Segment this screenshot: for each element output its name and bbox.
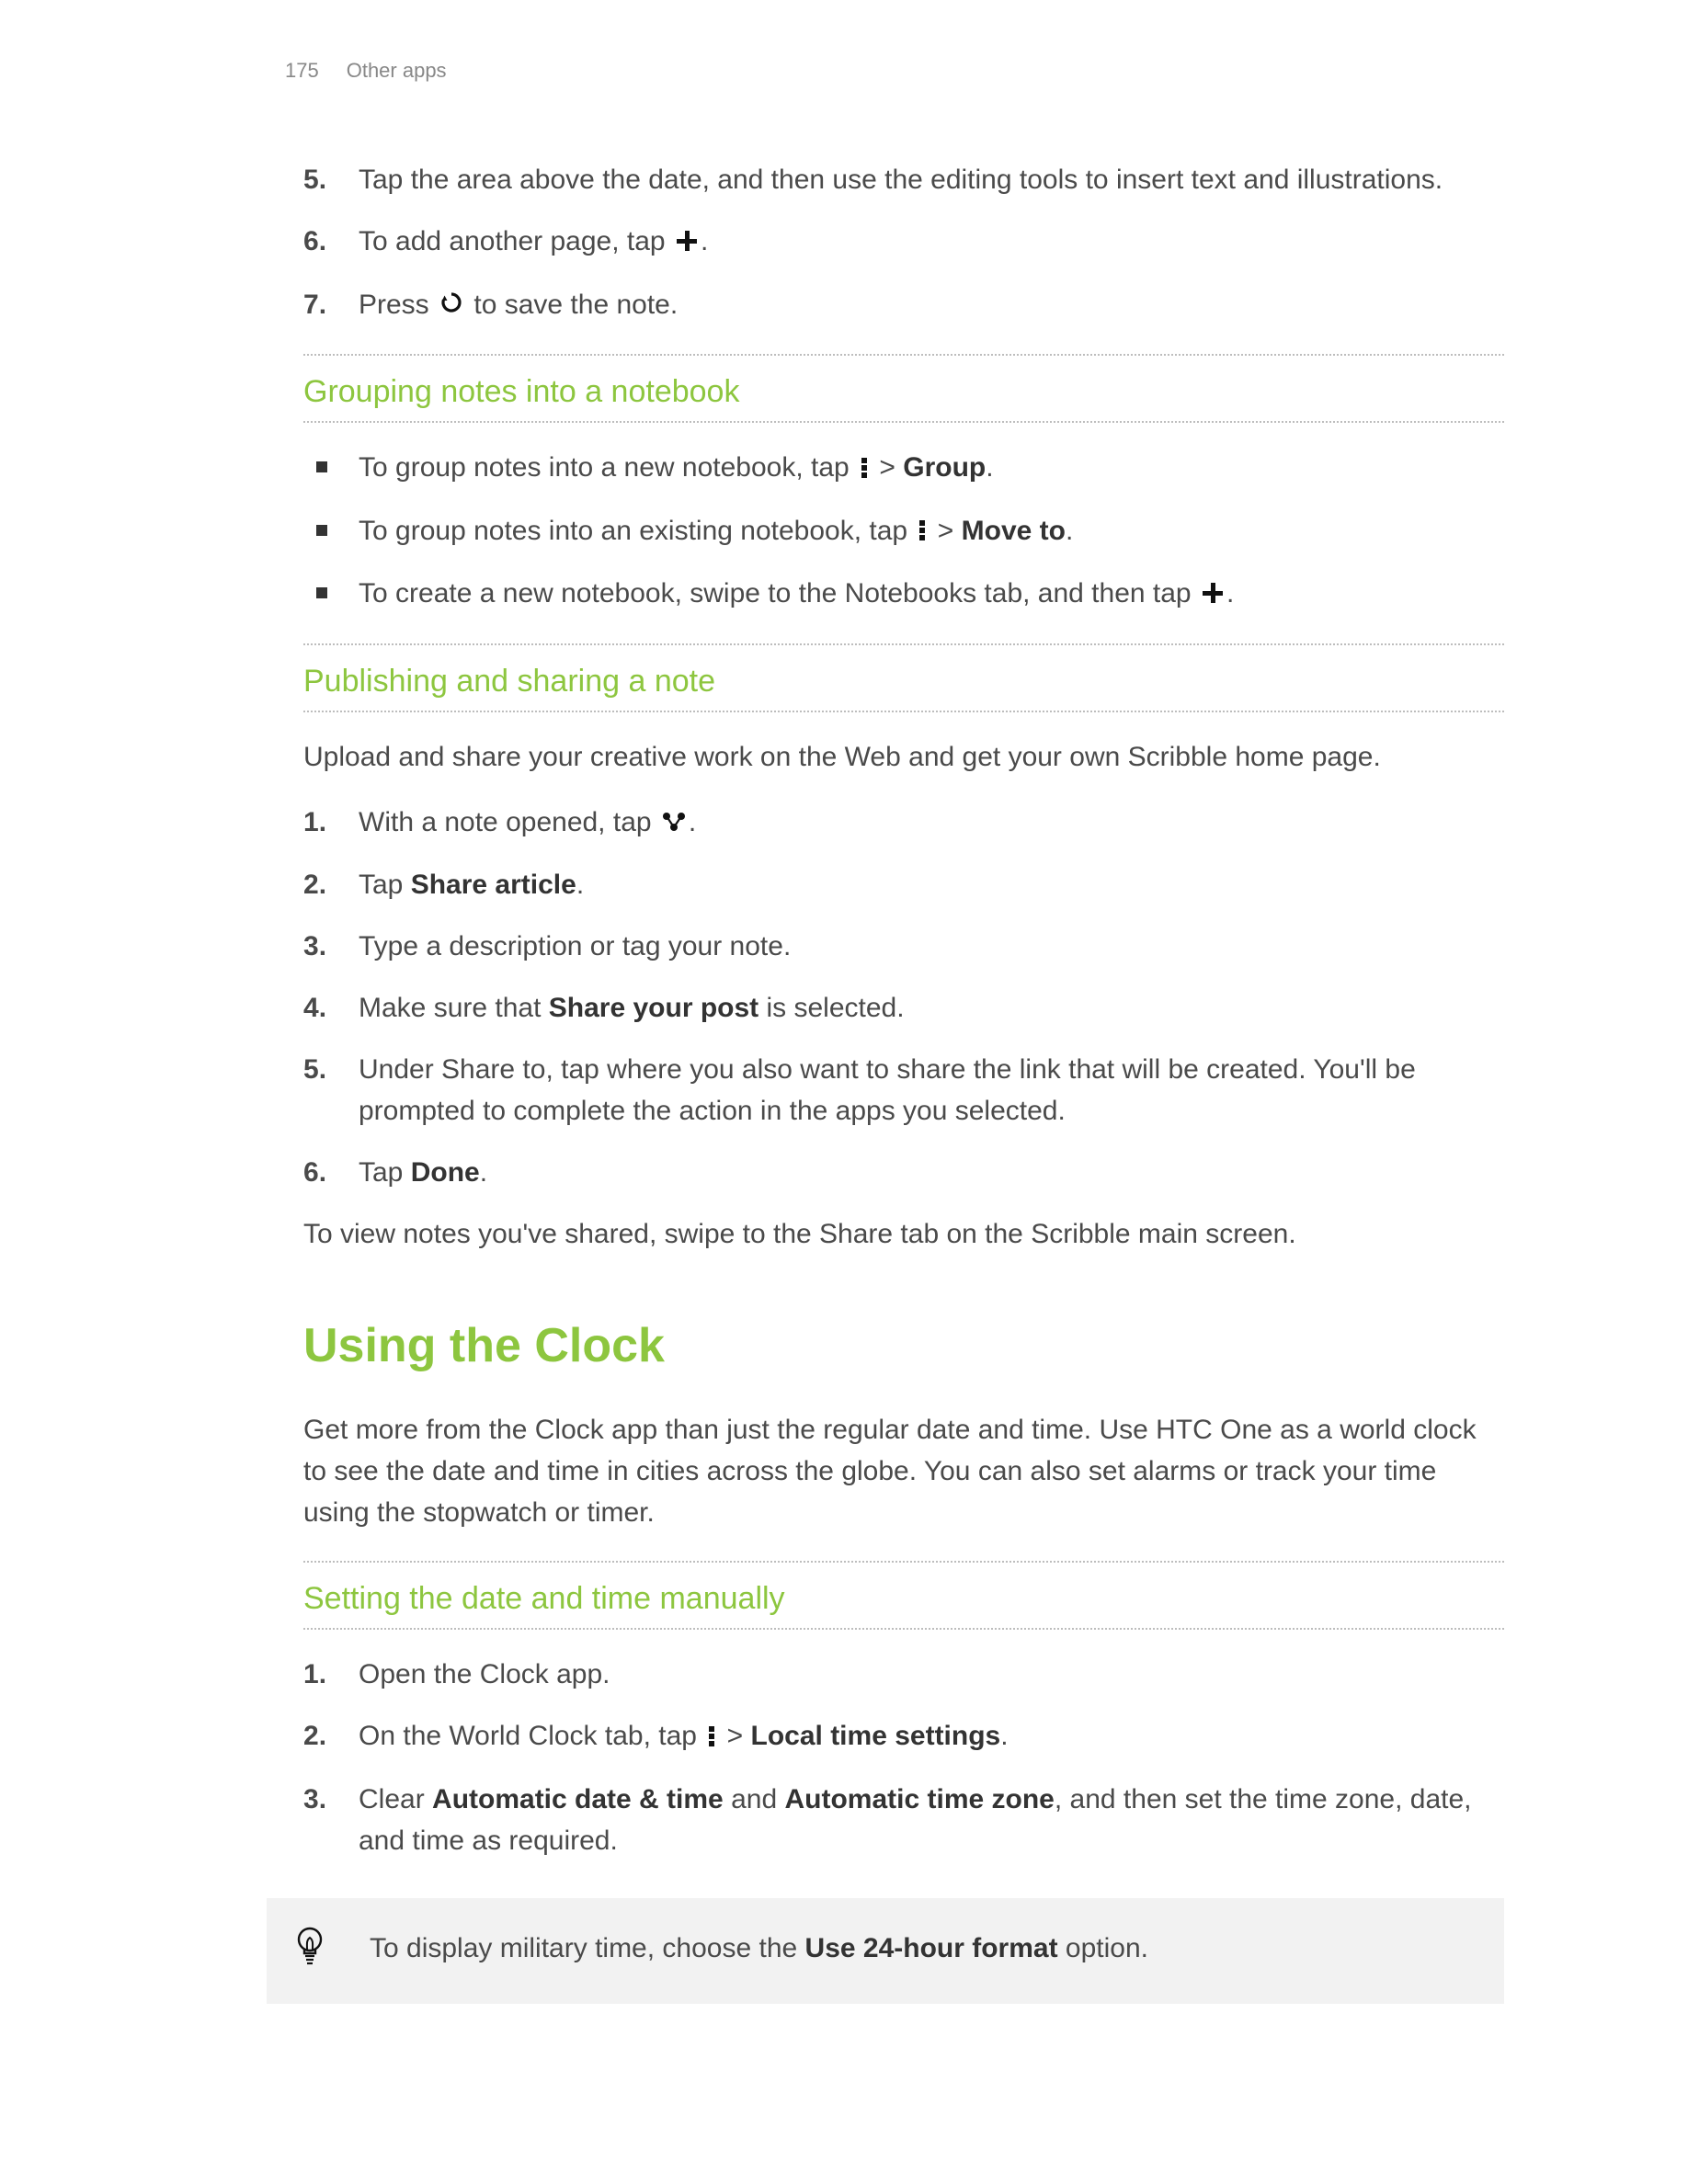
dt-step-1: Open the Clock app. [303, 1654, 1504, 1695]
menu-icon [860, 449, 869, 490]
clock-intro: Get more from the Clock app than just th… [303, 1409, 1504, 1533]
publishing-steps: With a note opened, tap . Tap Share arti… [303, 802, 1504, 1194]
dt-step-2: On the World Clock tab, tap > Local time… [303, 1715, 1504, 1758]
text: To create a new notebook, swipe to the N… [359, 578, 1199, 609]
back-icon [439, 285, 463, 326]
step-5-text: Tap the area above the date, and then us… [359, 165, 1443, 195]
datetime-steps: Open the Clock app. On the World Clock t… [303, 1654, 1504, 1861]
text: Clear [359, 1784, 432, 1814]
step-5: Tap the area above the date, and then us… [303, 159, 1504, 200]
divider [303, 1561, 1504, 1563]
pub-step-5: Under Share to, tap where you also want … [303, 1049, 1504, 1132]
menu-icon [918, 511, 927, 552]
text: To display military time, choose the [370, 1933, 805, 1963]
continued-steps-list: Tap the area above the date, and then us… [303, 159, 1504, 326]
auto-date-label: Automatic date & time [432, 1784, 724, 1814]
page-content: Tap the area above the date, and then us… [184, 159, 1504, 2004]
done-label: Done [411, 1157, 480, 1188]
step-7: Press to save the note. [303, 284, 1504, 327]
local-time-label: Local time settings [751, 1721, 1001, 1751]
text: To group notes into an existing notebook… [359, 516, 915, 546]
tip-text: To display military time, choose the Use… [370, 1924, 1477, 1969]
bullet-group-existing: To group notes into an existing notebook… [303, 510, 1504, 553]
text: . [1226, 578, 1234, 609]
text: Open the Clock app. [359, 1659, 610, 1689]
text: On the World Clock tab, tap [359, 1721, 704, 1751]
text: Make sure that [359, 993, 549, 1023]
section-title-grouping: Grouping notes into a notebook [303, 369, 1504, 423]
24hour-label: Use 24-hour format [805, 1933, 1058, 1963]
pub-step-1: With a note opened, tap . [303, 802, 1504, 845]
pub-step-6: Tap Done. [303, 1152, 1504, 1193]
share-article-label: Share article [411, 870, 576, 900]
tip-box: To display military time, choose the Use… [267, 1898, 1504, 2004]
moveto-label: Move to [962, 516, 1066, 546]
step-6-text-a: To add another page, tap [359, 226, 673, 256]
main-title-clock: Using the Clock [303, 1310, 1504, 1382]
text: Tap [359, 1157, 411, 1188]
group-label: Group [903, 452, 986, 483]
bullet-create-notebook: To create a new notebook, swipe to the N… [303, 573, 1504, 616]
page-number: 175 [285, 55, 319, 85]
step-7-text-b: to save the note. [466, 290, 678, 320]
publishing-outro: To view notes you've shared, swipe to th… [303, 1213, 1504, 1255]
dt-step-3: Clear Automatic date & time and Automati… [303, 1779, 1504, 1861]
page-header: 175 Other apps [184, 55, 1504, 85]
divider [303, 643, 1504, 645]
text: . [576, 870, 584, 900]
text: is selected. [758, 993, 904, 1023]
step-6-text-b: . [701, 226, 708, 256]
divider [303, 354, 1504, 356]
pub-step-3: Type a description or tag your note. [303, 926, 1504, 967]
text: and [724, 1784, 785, 1814]
step-6: To add another page, tap . [303, 221, 1504, 264]
step-7-text-a: Press [359, 290, 437, 320]
plus-icon [676, 222, 698, 264]
text: > [872, 452, 903, 483]
text: Type a description or tag your note. [359, 931, 791, 961]
text: option. [1058, 1933, 1148, 1963]
text: > [930, 516, 961, 546]
section-title-datetime: Setting the date and time manually [303, 1575, 1504, 1630]
section-name: Other apps [347, 55, 447, 85]
text: . [480, 1157, 487, 1188]
pub-step-2: Tap Share article. [303, 864, 1504, 905]
publishing-intro: Upload and share your creative work on t… [303, 736, 1504, 778]
text: With a note opened, tap [359, 807, 659, 837]
text: . [689, 807, 696, 837]
plus-icon [1202, 574, 1224, 616]
text: > [719, 1721, 750, 1751]
text: . [986, 452, 993, 483]
auto-tz-label: Automatic time zone [784, 1784, 1054, 1814]
text: . [1066, 516, 1073, 546]
share-icon [662, 802, 686, 844]
text: Under Share to, tap where you also want … [359, 1054, 1416, 1126]
menu-icon [707, 1717, 716, 1758]
text: Tap [359, 870, 411, 900]
grouping-bullets: To group notes into a new notebook, tap … [303, 447, 1504, 616]
text: To group notes into a new notebook, tap [359, 452, 857, 483]
bullet-group-new: To group notes into a new notebook, tap … [303, 447, 1504, 490]
share-post-label: Share your post [549, 993, 758, 1023]
pub-step-4: Make sure that Share your post is select… [303, 987, 1504, 1029]
lightbulb-icon [294, 1926, 325, 1978]
text: . [1000, 1721, 1008, 1751]
section-title-publishing: Publishing and sharing a note [303, 658, 1504, 712]
